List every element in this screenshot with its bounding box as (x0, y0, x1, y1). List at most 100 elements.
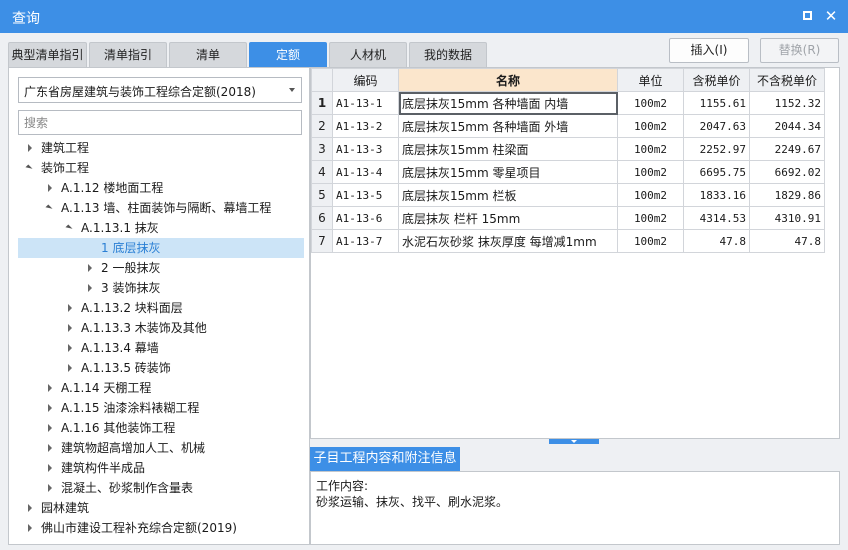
tab-labor-material-machine[interactable]: 人材机 (329, 42, 407, 67)
collapse-arrow-icon[interactable] (26, 498, 36, 518)
table-row[interactable]: 7 A1-13-7 水泥石灰砂浆 抹灰厚度 每增减1mm 100m2 47.8 47.8 (311, 229, 825, 253)
tab-my-data[interactable]: 我的数据 (409, 42, 487, 67)
table-row[interactable]: 1 A1-13-1 底层抹灰15mm 各种墙面 内墙 100m2 1155.61 1152… (311, 91, 825, 115)
collapse-arrow-icon[interactable] (26, 518, 36, 538)
collapse-arrow-icon[interactable] (86, 278, 96, 298)
collapse-arrow-icon[interactable] (46, 178, 56, 198)
tab-typical-list-guide[interactable]: 典型清单指引 (8, 42, 87, 67)
row-index[interactable]: 2 (311, 114, 333, 138)
cell-unit[interactable]: 100m2 (617, 183, 684, 207)
row-index[interactable]: 6 (311, 206, 333, 230)
tree-item[interactable]: 混凝土、砂浆制作含量表 (18, 478, 304, 498)
collapse-arrow-icon[interactable] (66, 358, 76, 378)
cell-unit[interactable]: 100m2 (617, 229, 684, 253)
cell-unit[interactable]: 100m2 (617, 114, 684, 138)
replace-button[interactable]: 替换(R) (760, 38, 839, 63)
collapse-arrow-icon[interactable] (66, 338, 76, 358)
tree-item[interactable]: A.1.15 油漆涂料裱糊工程 (18, 398, 304, 418)
tree-item[interactable]: 建筑物超高增加人工、机械 (18, 438, 304, 458)
collapse-arrow-icon[interactable] (46, 378, 56, 398)
close-icon[interactable]: ✕ (822, 7, 840, 25)
cell-price-notax[interactable]: 4310.91 (749, 206, 825, 230)
column-header-name[interactable]: 名称 (398, 68, 618, 92)
table-row[interactable]: 5 A1-13-5 底层抹灰15mm 栏板 100m2 1833.16 1829.86 (311, 183, 825, 207)
cell-price-notax[interactable]: 2249.67 (749, 137, 825, 161)
table-row[interactable]: 2 A1-13-2 底层抹灰15mm 各种墙面 外墙 100m2 2047.63 2044… (311, 114, 825, 138)
cell-code[interactable]: A1-13-1 (332, 91, 399, 115)
maximize-icon[interactable] (798, 7, 816, 25)
tab-detail-info[interactable]: 子目工程内容和附注信息 (310, 447, 460, 471)
row-index[interactable]: 7 (311, 229, 333, 253)
tree-item[interactable]: A.1.13 墙、柱面装饰与隔断、幕墙工程 (18, 198, 304, 218)
tree-item[interactable]: 1 底层抹灰 (18, 238, 304, 258)
collapse-arrow-icon[interactable] (46, 438, 56, 458)
cell-price-notax[interactable]: 2044.34 (749, 114, 825, 138)
cell-price-tax[interactable]: 1155.61 (683, 91, 750, 115)
collapse-arrow-icon[interactable] (66, 298, 76, 318)
cell-price-tax[interactable]: 47.8 (683, 229, 750, 253)
cell-price-tax[interactable]: 4314.53 (683, 206, 750, 230)
column-header-unit[interactable]: 单位 (617, 68, 684, 92)
cell-price-notax[interactable]: 6692.02 (749, 160, 825, 184)
cell-code[interactable]: A1-13-5 (332, 183, 399, 207)
collapse-arrow-icon[interactable] (46, 458, 56, 478)
cell-code[interactable]: A1-13-6 (332, 206, 399, 230)
cell-name[interactable]: 底层抹灰15mm 零星项目 (398, 160, 618, 184)
cell-price-notax[interactable]: 47.8 (749, 229, 825, 253)
collapse-arrow-icon[interactable] (46, 398, 56, 418)
tree-item[interactable]: 园林建筑 (18, 498, 304, 518)
tree-item[interactable]: 3 装饰抹灰 (18, 278, 304, 298)
row-index[interactable]: 4 (311, 160, 333, 184)
row-index[interactable]: 1 (311, 91, 333, 115)
tree-item[interactable]: 建筑工程 (18, 138, 304, 158)
cell-code[interactable]: A1-13-4 (332, 160, 399, 184)
tree-item[interactable]: A.1.13.5 砖装饰 (18, 358, 304, 378)
tree-item[interactable]: A.1.13.2 块料面层 (18, 298, 304, 318)
tree-item[interactable]: A.1.13.4 幕墙 (18, 338, 304, 358)
tab-list-guide[interactable]: 清单指引 (89, 42, 167, 67)
cell-code[interactable]: A1-13-2 (332, 114, 399, 138)
cell-price-tax[interactable]: 6695.75 (683, 160, 750, 184)
search-input[interactable] (18, 110, 302, 135)
insert-button[interactable]: 插入(I) (669, 38, 749, 63)
collapse-grip-icon[interactable] (549, 439, 599, 444)
column-header-price-tax[interactable]: 含税单价 (683, 68, 750, 92)
cell-code[interactable]: A1-13-7 (332, 229, 399, 253)
tab-quota[interactable]: 定额 (249, 42, 327, 67)
cell-price-tax[interactable]: 1833.16 (683, 183, 750, 207)
tree-item[interactable]: A.1.14 天棚工程 (18, 378, 304, 398)
tab-list[interactable]: 清单 (169, 42, 247, 67)
tree-item[interactable]: 2 一般抹灰 (18, 258, 304, 278)
row-index[interactable]: 3 (311, 137, 333, 161)
tree-item[interactable]: A.1.13.3 木装饰及其他 (18, 318, 304, 338)
tree-item[interactable]: A.1.16 其他装饰工程 (18, 418, 304, 438)
cell-name[interactable]: 底层抹灰15mm 栏板 (398, 183, 618, 207)
tree-item[interactable]: A.1.12 楼地面工程 (18, 178, 304, 198)
tree-item[interactable]: A.1.13.1 抹灰 (18, 218, 304, 238)
collapse-arrow-icon[interactable] (46, 418, 56, 438)
quota-library-select[interactable]: 广东省房屋建筑与装饰工程综合定额(2018) (18, 77, 302, 103)
cell-name[interactable]: 底层抹灰15mm 各种墙面 外墙 (398, 114, 618, 138)
tree-item[interactable]: 装饰工程 (18, 158, 304, 178)
cell-unit[interactable]: 100m2 (617, 137, 684, 161)
tree-item[interactable]: 佛山市建设工程补充综合定额(2019) (18, 518, 304, 538)
cell-name[interactable]: 底层抹灰 栏杆 15mm (398, 206, 618, 230)
collapse-arrow-icon[interactable] (66, 318, 76, 338)
panel-splitter[interactable] (310, 439, 840, 444)
cell-name[interactable]: 底层抹灰15mm 各种墙面 内墙 (398, 91, 618, 115)
expand-arrow-icon[interactable] (46, 198, 56, 218)
column-header-price-notax[interactable]: 不含税单价 (749, 68, 825, 92)
expand-arrow-icon[interactable] (66, 218, 76, 238)
cell-unit[interactable]: 100m2 (617, 206, 684, 230)
cell-code[interactable]: A1-13-3 (332, 137, 399, 161)
expand-arrow-icon[interactable] (26, 158, 36, 178)
tree-item[interactable]: 建筑构件半成品 (18, 458, 304, 478)
cell-price-tax[interactable]: 2047.63 (683, 114, 750, 138)
table-row[interactable]: 4 A1-13-4 底层抹灰15mm 零星项目 100m2 6695.75 6692.02 (311, 160, 825, 184)
column-header-code[interactable]: 编码 (332, 68, 399, 92)
cell-price-notax[interactable]: 1829.86 (749, 183, 825, 207)
cell-price-notax[interactable]: 1152.32 (749, 91, 825, 115)
cell-unit[interactable]: 100m2 (617, 160, 684, 184)
table-row[interactable]: 6 A1-13-6 底层抹灰 栏杆 15mm 100m2 4314.53 4310.91 (311, 206, 825, 230)
cell-name[interactable]: 水泥石灰砂浆 抹灰厚度 每增减1mm (398, 229, 618, 253)
